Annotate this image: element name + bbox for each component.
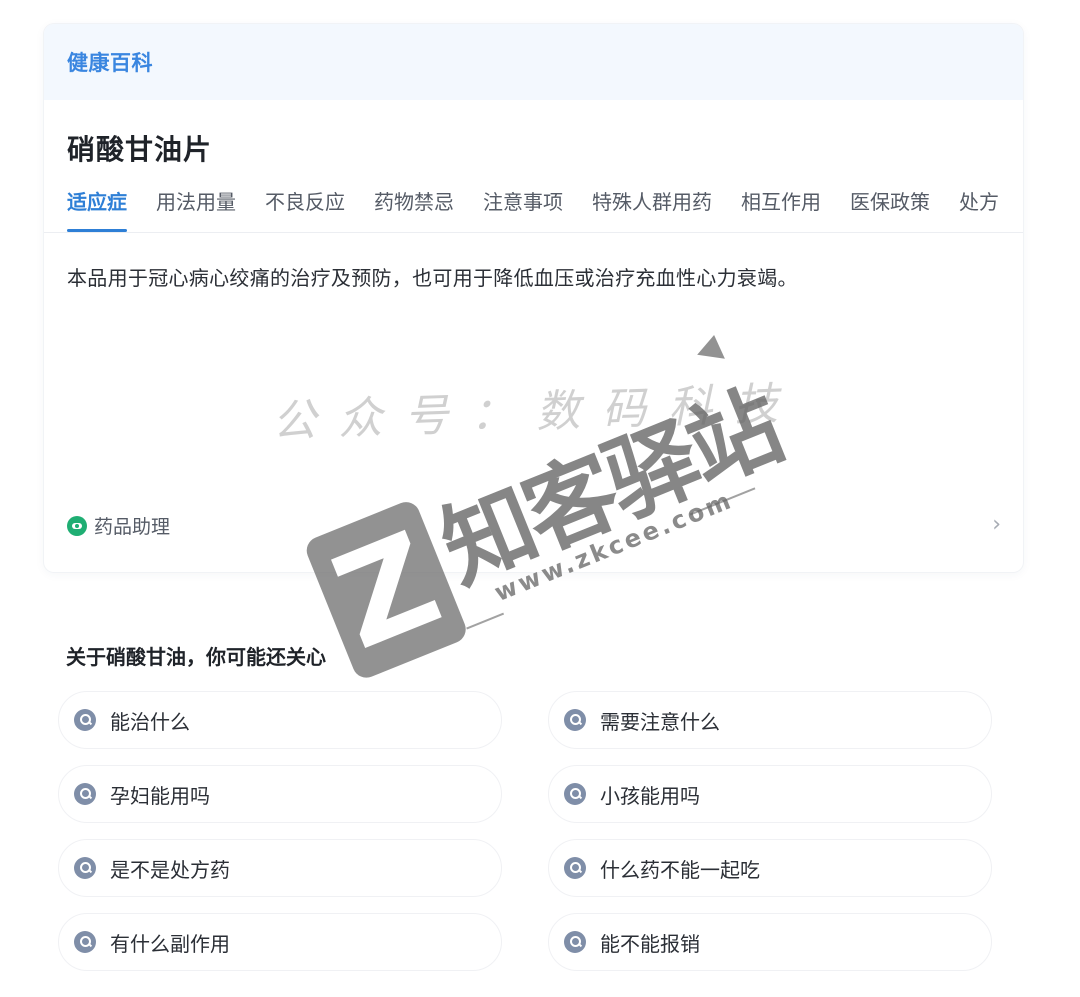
question-text: 什么药不能一起吃 (600, 857, 760, 882)
tabs-divider (44, 232, 1023, 233)
tab-interactions[interactable]: 相互作用 (741, 186, 821, 232)
question-text: 小孩能用吗 (600, 783, 700, 808)
watermark-line-left (466, 612, 505, 630)
question-chip[interactable]: 什么药不能一起吃 (548, 839, 992, 897)
chevron-right-icon[interactable]: › (992, 512, 1001, 537)
question-chip[interactable]: 需要注意什么 (548, 691, 992, 749)
drug-title: 硝酸甘油片 (67, 133, 213, 166)
question-chip[interactable]: 孕妇能用吗 (58, 765, 502, 823)
search-icon (564, 783, 586, 805)
indication-text: 本品用于冠心病心绞痛的治疗及预防，也可用于降低血压或治疗充血性心力衰竭。 (67, 266, 798, 290)
question-chip[interactable]: 能治什么 (58, 691, 502, 749)
question-text: 孕妇能用吗 (110, 783, 210, 808)
search-icon (74, 783, 96, 805)
question-chip[interactable]: 小孩能用吗 (548, 765, 992, 823)
assistant-eye-icon (67, 515, 87, 536)
question-chip[interactable]: 能不能报销 (548, 913, 992, 971)
card-header: 健康百科 (44, 24, 1023, 100)
tab-insurance-policy[interactable]: 医保政策 (850, 186, 930, 232)
search-icon (74, 709, 96, 731)
assistant-label: 药品助理 (94, 516, 171, 538)
question-text: 能不能报销 (600, 931, 700, 956)
drug-info-card: 健康百科 硝酸甘油片 适应症 用法用量 不良反应 药物禁忌 注意事项 特殊人群用… (44, 24, 1023, 572)
question-text: 有什么副作用 (110, 931, 230, 956)
tab-contraindications[interactable]: 药物禁忌 (374, 186, 454, 232)
question-chip[interactable]: 是不是处方药 (58, 839, 502, 897)
related-questions-grid: 能治什么 需要注意什么 孕妇能用吗 小孩能用吗 是不是处方药 什么药不能一起吃 … (58, 691, 994, 975)
search-icon (564, 709, 586, 731)
question-text: 能治什么 (110, 709, 190, 734)
related-section-title: 关于硝酸甘油，你可能还关心 (66, 645, 326, 669)
tab-prescription[interactable]: 处方 (959, 186, 999, 232)
search-icon (564, 857, 586, 879)
tab-special-populations[interactable]: 特殊人群用药 (592, 186, 712, 232)
tab-bar: 适应症 用法用量 不良反应 药物禁忌 注意事项 特殊人群用药 相互作用 医保政策… (67, 186, 1023, 232)
tab-precautions[interactable]: 注意事项 (483, 186, 563, 232)
search-icon (74, 857, 96, 879)
search-icon (74, 931, 96, 953)
drug-assistant-link[interactable]: 药品助理 (67, 512, 170, 539)
question-text: 需要注意什么 (600, 709, 720, 734)
question-text: 是不是处方药 (110, 857, 230, 882)
search-icon (564, 931, 586, 953)
tab-indications[interactable]: 适应症 (67, 186, 127, 232)
question-chip[interactable]: 有什么副作用 (58, 913, 502, 971)
section-tag: 健康百科 (67, 51, 153, 75)
tab-adverse-reactions[interactable]: 不良反应 (265, 186, 345, 232)
tab-dosage[interactable]: 用法用量 (156, 186, 236, 232)
